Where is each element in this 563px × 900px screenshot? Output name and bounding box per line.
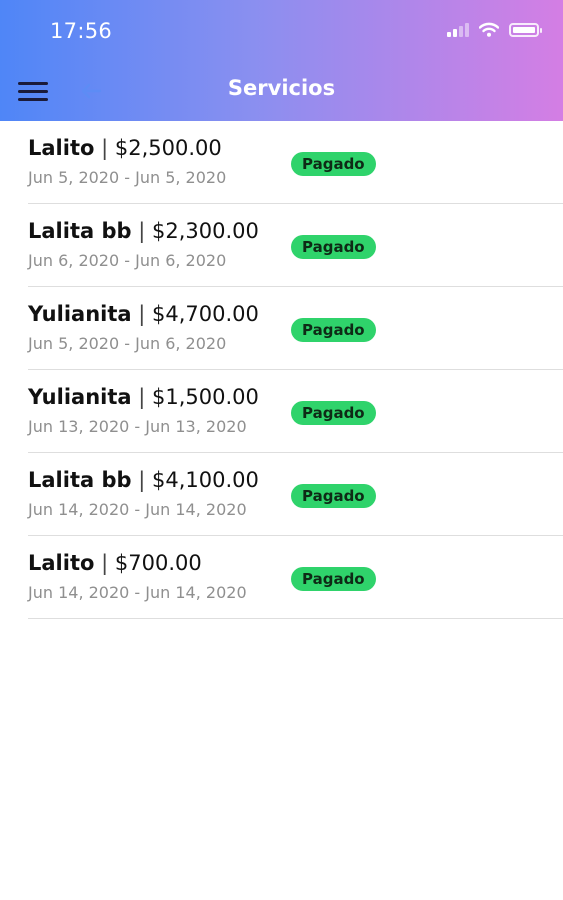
- menu-icon: [18, 82, 48, 85]
- separator: |: [138, 219, 146, 243]
- service-amount: $2,500.00: [114, 136, 222, 160]
- service-dates: Jun 14, 2020 - Jun 14, 2020: [28, 500, 247, 519]
- client-name: Yulianita: [28, 385, 132, 409]
- client-name: Lalito: [28, 136, 95, 160]
- list-item[interactable]: Lalita bb | $2,300.00 Jun 6, 2020 - Jun …: [28, 204, 563, 287]
- client-name: Lalita bb: [28, 219, 132, 243]
- cellular-signal-icon: [447, 22, 469, 37]
- status-badge: Pagado: [291, 484, 376, 508]
- service-amount: $1,500.00: [152, 385, 259, 409]
- back-button[interactable]: [76, 76, 106, 106]
- service-dates: Jun 5, 2020 - Jun 6, 2020: [28, 334, 227, 353]
- status-badge: Pagado: [291, 567, 376, 591]
- nav-bar: Servicios: [0, 62, 563, 121]
- status-icons: [447, 22, 542, 37]
- list-item[interactable]: Yulianita | $1,500.00 Jun 13, 2020 - Jun…: [28, 370, 563, 453]
- service-dates: Jun 13, 2020 - Jun 13, 2020: [28, 417, 247, 436]
- status-badge: Pagado: [291, 152, 376, 176]
- client-name: Lalito: [28, 551, 95, 575]
- client-name: Lalita bb: [28, 468, 132, 492]
- app-header: 17:56 Servicios: [0, 0, 563, 121]
- separator: |: [138, 468, 146, 492]
- service-amount: $2,300.00: [152, 219, 259, 243]
- service-dates: Jun 14, 2020 - Jun 14, 2020: [28, 583, 247, 602]
- service-amount: $700.00: [114, 551, 202, 575]
- status-badge: Pagado: [291, 235, 376, 259]
- battery-icon: [509, 22, 542, 37]
- status-bar: 17:56: [0, 0, 563, 62]
- back-arrow-icon: [81, 83, 102, 99]
- wifi-icon: [479, 22, 499, 37]
- service-dates: Jun 5, 2020 - Jun 5, 2020: [28, 168, 227, 187]
- status-badge: Pagado: [291, 401, 376, 425]
- menu-button[interactable]: [16, 76, 50, 106]
- separator: |: [138, 385, 146, 409]
- client-name: Yulianita: [28, 302, 132, 326]
- service-amount: $4,100.00: [152, 468, 259, 492]
- service-dates: Jun 6, 2020 - Jun 6, 2020: [28, 251, 227, 270]
- services-list: Lalito | $2,500.00 Jun 5, 2020 - Jun 5, …: [0, 121, 563, 619]
- status-badge: Pagado: [291, 318, 376, 342]
- status-time: 17:56: [50, 19, 113, 43]
- list-item[interactable]: Lalito | $700.00 Jun 14, 2020 - Jun 14, …: [28, 536, 563, 619]
- separator: |: [138, 302, 146, 326]
- separator: |: [101, 136, 109, 160]
- list-item[interactable]: Yulianita | $4,700.00 Jun 5, 2020 - Jun …: [28, 287, 563, 370]
- separator: |: [101, 551, 109, 575]
- list-item[interactable]: Lalito | $2,500.00 Jun 5, 2020 - Jun 5, …: [28, 121, 563, 204]
- list-item[interactable]: Lalita bb | $4,100.00 Jun 14, 2020 - Jun…: [28, 453, 563, 536]
- service-amount: $4,700.00: [152, 302, 259, 326]
